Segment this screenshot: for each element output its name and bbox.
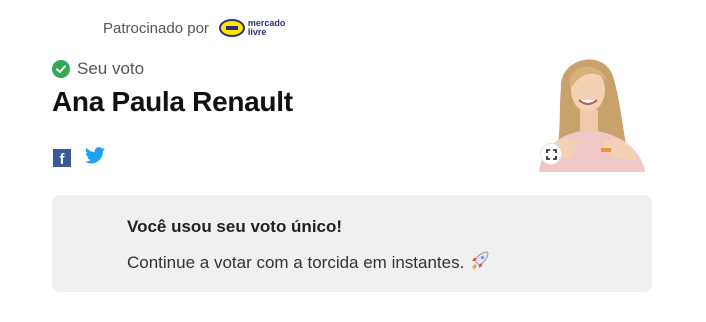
check-circle-icon (52, 60, 70, 78)
vote-status-label: Seu voto (77, 59, 145, 78)
sponsor-label: Patrocinado por (103, 19, 209, 37)
message-title: Você usou seu voto único! (127, 217, 343, 236)
share-buttons: f (53, 147, 105, 169)
vote-used-message-card: Você usou seu voto único! Continue a vot… (52, 195, 652, 292)
facebook-icon[interactable]: f (53, 149, 71, 167)
candidate-name: Ana Paula Renault (52, 86, 293, 117)
handshake-icon (218, 19, 245, 37)
twitter-icon[interactable] (85, 147, 105, 169)
logo-text-line2: livre (247, 27, 267, 37)
rocket-icon (470, 250, 490, 275)
mercado-livre-logo[interactable]: mercado livre (218, 19, 285, 37)
expand-icon[interactable] (540, 143, 562, 165)
sponsor-bar: Patrocinado por mercado livre (103, 19, 285, 37)
message-body: Continue a votar com a torcida em instan… (127, 252, 465, 272)
vote-status: Seu voto (52, 59, 144, 79)
